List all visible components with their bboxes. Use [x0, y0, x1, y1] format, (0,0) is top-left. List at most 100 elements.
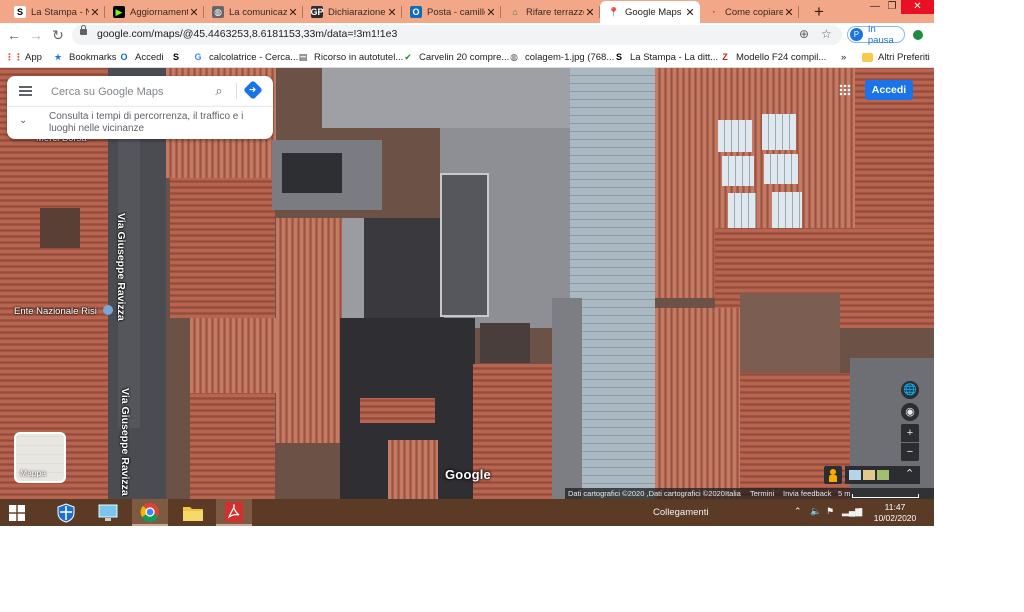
search-icon[interactable]: ⌕: [210, 82, 228, 100]
remote-desktop-icon[interactable]: [92, 499, 124, 526]
terrace: [740, 293, 840, 373]
google-apps-icon[interactable]: [839, 84, 851, 96]
map-data-credit: Dati cartografici ©2020 ,Dati cartografi…: [568, 489, 725, 498]
expand-icon[interactable]: ⌃: [905, 467, 914, 480]
imagery-strip[interactable]: ⌃: [845, 466, 920, 484]
country-link[interactable]: Italia: [725, 488, 741, 499]
tab-favicon-icon: ⌂: [509, 6, 521, 18]
bookmark-label: Accedi: [135, 51, 164, 63]
tab-6[interactable]: ⌂ Rifare terrazzo ✕: [501, 1, 600, 23]
terms-link[interactable]: Termini: [750, 488, 774, 499]
bookmark-item[interactable]: Z Modello F24 compil...: [719, 50, 826, 64]
sign-in-button[interactable]: Accedi: [865, 80, 913, 100]
tab-label: Posta - camillo: [427, 6, 485, 18]
show-hidden-icons[interactable]: ⌃: [794, 506, 802, 517]
bookmarks-more-button[interactable]: »: [841, 50, 846, 64]
bookmark-label: App: [25, 51, 42, 63]
links-toolbar-label[interactable]: Collegamenti: [653, 507, 708, 518]
terrace: [480, 323, 530, 363]
profile-button[interactable]: P In pausa: [847, 24, 905, 46]
tab-8[interactable]: · Come copiare u✕: [700, 1, 799, 23]
start-button[interactable]: [0, 499, 34, 526]
tab-label: La Stampa - N: [31, 6, 89, 18]
terrace-shadow: [282, 153, 342, 193]
battery-icon[interactable]: ▮: [858, 506, 863, 517]
folder-icon: [862, 52, 873, 62]
tab-close-icon[interactable]: ✕: [783, 6, 795, 19]
url-text[interactable]: google.com/maps/@45.4463253,8.6181153,33…: [97, 28, 397, 40]
chevron-down-icon: ⌄: [19, 115, 28, 126]
roof: [190, 393, 275, 499]
tab-1[interactable]: S La Stampa - N ✕: [6, 1, 105, 23]
bookmark-item[interactable]: ◍ colagem-1.jpg (768...: [508, 50, 614, 64]
scale-label[interactable]: 5 m: [838, 488, 851, 499]
staircase: [440, 173, 489, 317]
bookmark-item[interactable]: S La Stampa - La ditt...: [613, 50, 718, 64]
tab-label: Dichiarazione R: [328, 6, 386, 18]
globe-icon[interactable]: 🌐: [901, 381, 919, 399]
tab-5[interactable]: O Posta - camillo ✕: [402, 1, 501, 23]
tab-close-icon[interactable]: ✕: [386, 6, 398, 19]
file-explorer-icon[interactable]: [176, 499, 210, 526]
zoom-in-button[interactable]: +: [901, 424, 919, 442]
bookmark-item[interactable]: Gcalcolatrice - Cerca...: [192, 50, 298, 64]
other-bookmarks[interactable]: Altri Preferiti: [862, 50, 930, 64]
tab-close-icon[interactable]: ✕: [89, 6, 101, 19]
tab-close-icon[interactable]: ✕: [188, 6, 200, 19]
back-button[interactable]: ←: [5, 26, 23, 44]
bookmark-item[interactable]: O Accedi: [118, 50, 164, 64]
tab-favicon-icon: ▶: [113, 6, 125, 18]
bookmark-item[interactable]: S: [170, 50, 187, 64]
bookmark-icon: S: [615, 52, 622, 62]
bookmark-icon: G: [194, 52, 202, 62]
roof: [655, 308, 740, 499]
address-bar[interactable]: google.com/maps/@45.4463253,8.6181153,33…: [72, 25, 842, 45]
search-input[interactable]: [49, 83, 203, 101]
bookmark-item[interactable]: ✔ Carvelin 20 compre...: [402, 50, 509, 64]
acrobat-taskbar-icon[interactable]: [216, 499, 252, 526]
feedback-link[interactable]: Invia feedback: [783, 488, 831, 499]
tab-favicon-icon: ◍: [212, 6, 224, 18]
poi-label[interactable]: Ente Nazionale Risi: [14, 305, 113, 317]
chrome-icon: [140, 502, 159, 522]
tab-close-icon[interactable]: ✕: [684, 6, 696, 19]
tab-4[interactable]: GP Dichiarazione R✕: [303, 1, 402, 23]
maps-search-box: ⌕ ➜: [7, 76, 273, 106]
tab-3[interactable]: ◍ La comunicazio✕: [204, 1, 303, 23]
tab-close-icon[interactable]: ✕: [584, 6, 596, 19]
system-clock[interactable]: 11:47 10/02/2020: [870, 502, 920, 524]
new-tab-button[interactable]: +: [808, 2, 830, 22]
tab-close-icon[interactable]: ✕: [287, 6, 299, 19]
tab-7[interactable]: 📍 Google Maps ✕: [600, 1, 700, 23]
skylight: [718, 120, 752, 152]
flag-icon[interactable]: ⚑: [826, 506, 834, 517]
bookmark-item[interactable]: ⋮⋮ App: [5, 50, 42, 64]
window-close-button[interactable]: ✕: [901, 0, 934, 14]
pegman-icon[interactable]: [824, 466, 842, 484]
forward-button[interactable]: →: [27, 26, 45, 44]
my-location-icon[interactable]: ◉: [901, 403, 919, 421]
bookmark-label: colagem-1.jpg (768...: [525, 51, 615, 63]
roof-flat: [322, 68, 582, 128]
directions-icon[interactable]: ➜: [243, 80, 263, 100]
chrome-taskbar-icon[interactable]: [132, 499, 168, 526]
bookmark-item[interactable]: ★ Bookmarks: [52, 50, 117, 64]
security-app-icon[interactable]: [50, 499, 82, 526]
reload-button[interactable]: ↻: [49, 26, 67, 44]
roof: [170, 178, 275, 318]
install-icon[interactable]: ⊕: [799, 27, 809, 41]
bookmark-item[interactable]: ▤ Ricorso in autotutel...: [297, 50, 404, 64]
roof: [388, 440, 438, 499]
menu-icon[interactable]: [19, 86, 32, 88]
tab-close-icon[interactable]: ✕: [485, 6, 497, 19]
skylight: [764, 154, 798, 184]
star-icon[interactable]: ☆: [821, 27, 832, 41]
tab-2[interactable]: ▶ Aggiornamenti ✕: [105, 1, 204, 23]
bookmark-icon: ◍: [510, 51, 518, 62]
layer-toggle[interactable]: Mappa: [14, 432, 66, 483]
zoom-out-button[interactable]: −: [901, 443, 919, 461]
tab-label: Aggiornamenti: [130, 6, 188, 18]
extension-icon[interactable]: [913, 30, 923, 40]
travel-hint[interactable]: ⌄ Consulta i tempi di percorrenza, il tr…: [7, 106, 273, 139]
volume-icon[interactable]: 🔈: [810, 506, 821, 517]
